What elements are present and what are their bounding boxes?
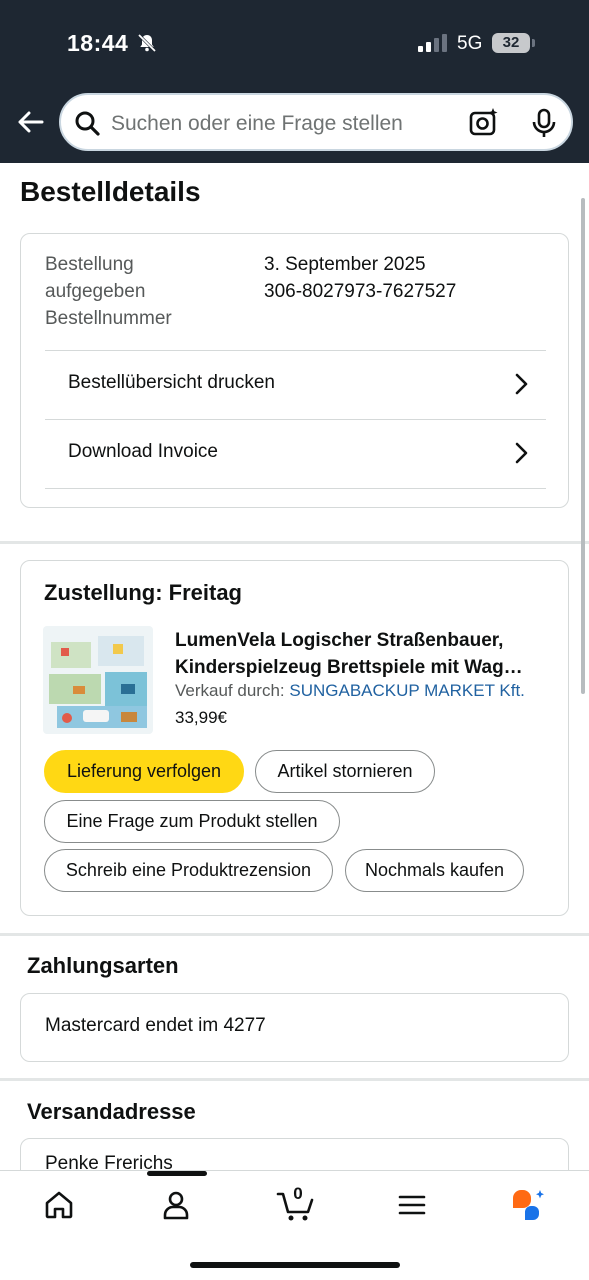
- status-time: 18:44: [67, 30, 129, 56]
- product-title-line1: LumenVela Logischer Straßenbauer,: [175, 630, 504, 651]
- camera-lens-icon[interactable]: [469, 107, 499, 142]
- order-placed-date: 3. September 2025: [264, 254, 426, 275]
- page-title: Bestelldetails: [20, 176, 201, 207]
- header-bar: 18:44 5G 32 Suchen oder eine Frage stell…: [0, 0, 589, 163]
- search-bar[interactable]: Suchen oder eine Frage stellen: [59, 93, 573, 151]
- seller-label: Verkauf durch:: [175, 681, 285, 700]
- chevron-right-icon: [514, 442, 528, 469]
- card-brand: Mastercard: [45, 1015, 141, 1036]
- scrollbar[interactable]: [581, 198, 585, 694]
- seller-name-link[interactable]: SUNGABACKUP MARKET Kft.: [289, 681, 525, 700]
- back-arrow-icon[interactable]: [14, 106, 46, 138]
- track-package-button[interactable]: Lieferung verfolgen: [44, 750, 244, 793]
- battery-nub: [532, 39, 535, 47]
- divider: [45, 488, 546, 489]
- scroll-handle: [147, 1171, 207, 1176]
- payment-title: Zahlungsarten: [27, 953, 179, 978]
- rufus-assistant-icon[interactable]: [506, 1187, 550, 1223]
- download-invoice-label: Download Invoice: [68, 441, 218, 462]
- cart-icon[interactable]: 0: [272, 1184, 320, 1223]
- section-separator: [0, 541, 589, 544]
- write-review-button[interactable]: Schreib eine Produktrezension: [44, 849, 333, 892]
- microphone-icon[interactable]: [531, 108, 557, 143]
- seller-info: Verkauf durch: SUNGABACKUP MARKET Kft.: [175, 681, 525, 701]
- download-invoice-link[interactable]: Download Invoice: [45, 420, 546, 488]
- product-title[interactable]: LumenVela Logischer Straßenbauer, Kinder…: [175, 627, 547, 681]
- buy-again-button[interactable]: Nochmals kaufen: [345, 849, 524, 892]
- product-image[interactable]: [43, 626, 153, 734]
- section-separator: [0, 933, 589, 936]
- network-type: 5G: [457, 33, 483, 54]
- ask-question-button[interactable]: Eine Frage zum Produkt stellen: [44, 800, 340, 843]
- cart-count: 0: [293, 1184, 303, 1203]
- shipment-card: Zustellung: Freitag LumenVela Logischer …: [20, 560, 569, 916]
- order-placed-label-line1: Bestellung: [45, 254, 134, 275]
- delivery-title: Zustellung: Freitag: [44, 580, 242, 605]
- chevron-right-icon: [514, 373, 528, 400]
- cancel-item-button[interactable]: Artikel stornieren: [255, 750, 435, 793]
- card-ending: endet im 4277: [145, 1015, 266, 1036]
- bell-muted-icon: [137, 33, 157, 58]
- home-icon[interactable]: [37, 1187, 81, 1223]
- product-price: 33,99€: [175, 708, 227, 727]
- home-indicator[interactable]: [190, 1262, 400, 1268]
- order-placed-label-line2: aufgegeben: [45, 281, 146, 302]
- search-input[interactable]: Suchen oder eine Frage stellen: [111, 112, 403, 136]
- payment-card: Mastercard endet im 4277: [20, 993, 569, 1062]
- section-separator: [0, 1078, 589, 1081]
- order-summary-card: Bestellung aufgegeben Bestellnummer 3. S…: [20, 233, 569, 508]
- menu-icon[interactable]: [390, 1187, 434, 1223]
- address-title: Versandadresse: [27, 1099, 196, 1124]
- account-icon[interactable]: [154, 1187, 198, 1223]
- order-number: 306-8027973-7627527: [264, 281, 457, 302]
- print-summary-label: Bestellübersicht drucken: [68, 372, 275, 393]
- signal-icon: [418, 34, 447, 52]
- payment-method: Mastercard endet im 4277: [45, 1015, 266, 1037]
- search-icon: [74, 110, 100, 141]
- order-number-label: Bestellnummer: [45, 308, 172, 329]
- print-summary-link[interactable]: Bestellübersicht drucken: [45, 351, 546, 419]
- product-title-line2: Kinderspielzeug Brettspiele mit Wag…: [175, 657, 523, 678]
- battery-icon: 32: [492, 33, 530, 53]
